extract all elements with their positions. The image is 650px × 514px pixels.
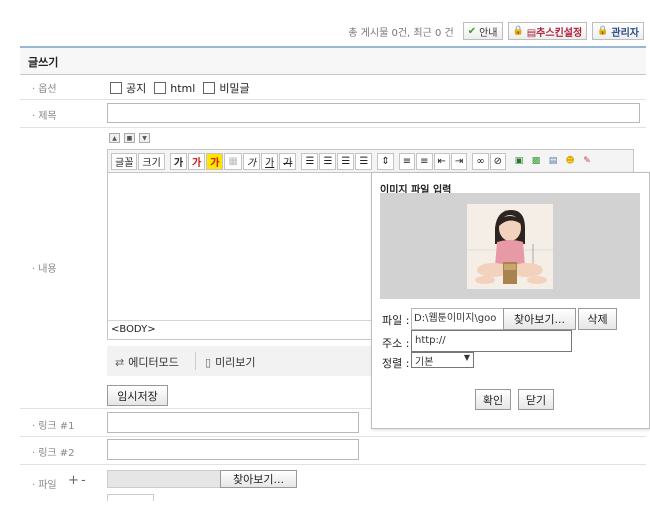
lock-icon: 🔒	[512, 26, 524, 36]
italic-button[interactable]: 가	[242, 152, 261, 170]
table-insert-icon[interactable]: ▤	[545, 153, 561, 169]
skin-settings-button[interactable]: 🔒 ▤추스킨설정	[507, 22, 588, 40]
html-checkbox[interactable]: html	[154, 80, 195, 96]
image-file-input[interactable]: D:\웹툰이미지\goo	[411, 308, 506, 330]
link2-row: 링크 #2	[20, 436, 646, 465]
bg-color-button[interactable]: 가	[206, 152, 224, 170]
divider	[195, 352, 196, 370]
image-browse-button[interactable]: 찾아보기...	[503, 308, 576, 330]
file-label: 파일	[32, 476, 56, 491]
numbered-list-icon[interactable]: ≡	[398, 152, 416, 170]
align-justify-icon[interactable]: ☰	[355, 152, 373, 170]
page-title: 글쓰기	[28, 56, 59, 69]
admin-label: 관리자	[611, 27, 639, 39]
link1-label: 링크 #1	[32, 417, 74, 432]
preview-thumbnail	[467, 204, 553, 289]
font-button[interactable]: 글꼴	[111, 152, 138, 170]
link2-label: 링크 #2	[32, 444, 74, 459]
checkbox-box[interactable]	[203, 82, 216, 94]
secret-checkbox[interactable]: 비밀글	[203, 80, 250, 96]
preview-label: 미리보기	[215, 356, 256, 369]
image-close-button[interactable]: 닫기	[518, 389, 554, 410]
file-path-field[interactable]	[107, 470, 221, 488]
notice-checkbox[interactable]: 공지	[110, 80, 146, 96]
editor-mode-label: 에디터모드	[128, 356, 179, 369]
align-select-value: 기본	[415, 357, 434, 368]
subject-row: 제목	[20, 99, 646, 128]
editor-toolbar: 글꼴 크기 가 가 가 ▦ 가 가 가 ☰ ☰ ☰ ☰ ⇕ ≡ ≡ ⇤ ⇥ ∞ …	[107, 149, 634, 173]
size-button[interactable]: 크기	[138, 152, 165, 170]
indent-icon[interactable]: ⇥	[450, 152, 468, 170]
special-char-icon[interactable]: ✎	[579, 153, 595, 169]
content-label: 내용	[32, 260, 56, 275]
check-icon: ✔	[467, 25, 477, 37]
editor-mode-tab[interactable]: ⇄ 에디터모드	[115, 354, 179, 370]
editor-reset-button[interactable]: ■	[124, 133, 135, 143]
table-button[interactable]: ▦	[224, 152, 242, 170]
editor-mode-bar: ⇄ 에디터모드 ▯ 미리보기	[107, 346, 371, 376]
emoticon-icon[interactable]: ☻	[562, 153, 578, 169]
editor-shrink-button[interactable]: ▲	[109, 133, 120, 143]
image-delete-button[interactable]: 삭제	[578, 308, 617, 330]
image-icon[interactable]: ▩	[528, 153, 544, 169]
outdent-icon[interactable]: ⇤	[433, 152, 450, 170]
post-stats: 총 게시물 0건, 최근 0 건	[348, 27, 454, 39]
temp-save-button[interactable]: 임시저장	[107, 385, 168, 406]
body-tag-bar: <BODY>	[108, 320, 372, 339]
link1-input[interactable]	[107, 412, 359, 433]
girl-illustration	[467, 204, 553, 289]
preview-tab[interactable]: ▯ 미리보기	[205, 354, 256, 370]
subject-input[interactable]	[107, 103, 640, 123]
options-label: 옵션	[32, 80, 56, 95]
strike-button[interactable]: 가	[279, 152, 297, 170]
underline-button[interactable]: 가	[261, 152, 279, 170]
file-browse-button[interactable]: 찾아보기...	[220, 470, 297, 488]
unlink-icon[interactable]: ⊘	[489, 152, 507, 170]
admin-button[interactable]: 🔒 관리자	[592, 22, 644, 40]
image-preview	[380, 193, 640, 299]
options-row: 옵션 공지 html 비밀글	[20, 73, 646, 100]
image-align-select[interactable]: 기본 ▼	[411, 352, 474, 368]
next-file-field[interactable]	[107, 494, 154, 501]
lock-icon: 🔒	[597, 26, 609, 36]
top-bar: 총 게시물 0건, 최근 0 건 ✔ 안내 🔒 ▤추스킨설정 🔒 관리자	[348, 22, 644, 40]
mode-icon: ⇄	[115, 355, 125, 369]
board-header: 글쓰기	[20, 46, 646, 75]
align-field-label: 정렬 :	[382, 357, 410, 370]
bullet-list-icon[interactable]: ≡	[416, 152, 433, 170]
align-center-icon[interactable]: ☰	[319, 152, 337, 170]
font-color-button[interactable]: 가	[188, 152, 206, 170]
checkbox-box[interactable]	[154, 82, 167, 94]
link-icon[interactable]: ∞	[472, 152, 489, 170]
secret-label: 비밀글	[219, 82, 250, 95]
file-remove-button[interactable]: -	[81, 473, 86, 488]
guide-button-label: 안내	[479, 27, 498, 39]
editor-grow-button[interactable]: ▼	[139, 133, 150, 143]
preview-icon: ▯	[205, 355, 212, 369]
guide-button[interactable]: ✔ 안내	[462, 22, 503, 40]
html-label: html	[170, 81, 196, 95]
link2-input[interactable]	[107, 439, 359, 460]
image-insert-dialog: 이미지 파일 입력 파일 : D:\웹툰이미지\goo 찾아보기... 삭제 주…	[371, 172, 650, 429]
notice-label: 공지	[126, 82, 147, 95]
line-height-icon[interactable]: ⇕	[377, 152, 394, 170]
image-url-input[interactable]: http://	[411, 330, 572, 352]
image-ok-button[interactable]: 확인	[475, 389, 511, 410]
file-add-button[interactable]: +	[68, 473, 79, 488]
film-icon[interactable]: ▣	[511, 153, 527, 169]
url-field-label: 주소 :	[382, 337, 410, 350]
subject-label: 제목	[32, 107, 56, 122]
file-row: 파일 + - 찾아보기...	[20, 464, 646, 501]
editor-area[interactable]: <BODY>	[107, 173, 373, 340]
skin-settings-label: ▤추스킨설정	[526, 27, 583, 39]
bold-button[interactable]: 가	[169, 152, 188, 170]
align-right-icon[interactable]: ☰	[337, 152, 355, 170]
checkbox-box[interactable]	[110, 82, 122, 94]
align-left-icon[interactable]: ☰	[301, 152, 319, 170]
chevron-down-icon: ▼	[463, 353, 470, 362]
file-field-label: 파일 :	[382, 314, 410, 327]
